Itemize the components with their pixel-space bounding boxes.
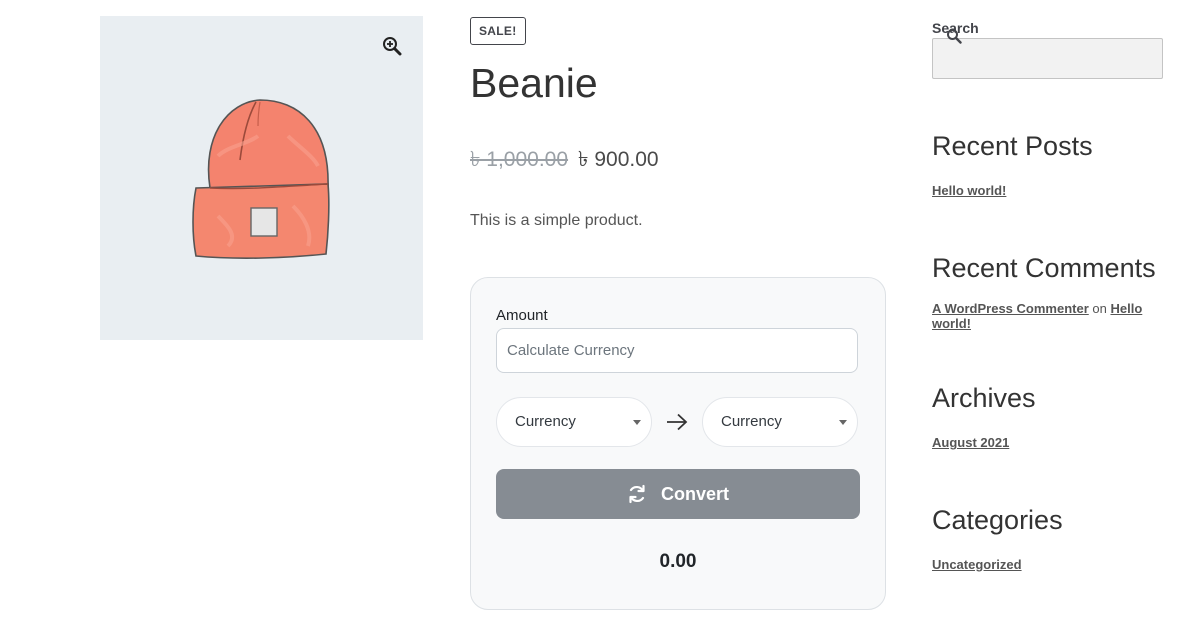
convert-button[interactable]: Convert (496, 469, 860, 519)
search-input[interactable] (932, 38, 1163, 79)
to-currency-select[interactable]: Currency (702, 397, 858, 447)
categories-title: Categories (932, 505, 1063, 535)
amount-label: Amount (496, 307, 548, 324)
amount-input[interactable] (496, 328, 858, 373)
comment-on-text: on (1092, 301, 1107, 316)
conversion-result: 0.00 (659, 551, 697, 572)
product-image[interactable] (100, 16, 423, 340)
zoom-in-icon[interactable] (382, 36, 402, 56)
from-currency-select[interactable]: Currency (496, 397, 652, 447)
short-description: This is a simple product. (470, 212, 643, 229)
sale-badge: SALE! (470, 17, 526, 45)
search-icon (947, 29, 962, 44)
recent-posts-title: Recent Posts (932, 131, 1093, 161)
archives-title: Archives (932, 383, 1036, 413)
regular-price: ৳ 1,000.00 (470, 148, 569, 171)
product-title: Beanie (470, 60, 598, 106)
caret-down-icon (839, 420, 847, 425)
sale-price: ৳ 900.00 (578, 148, 659, 171)
caret-down-icon (633, 420, 641, 425)
archive-link[interactable]: August 2021 (932, 435, 1009, 450)
from-currency-value: Currency (515, 413, 576, 430)
arrow-right-icon (667, 413, 688, 431)
convert-label: Convert (660, 483, 729, 504)
recent-post-link[interactable]: Hello world! (932, 183, 1006, 198)
sync-icon (629, 484, 645, 504)
price: ৳ 1,000.00 ৳ 900.00 (470, 146, 659, 174)
recent-comments-title: Recent Comments (932, 253, 1156, 283)
recent-comment-item: A WordPress Commenter on Hello world! (932, 301, 1152, 331)
beanie-hat-image (192, 99, 330, 259)
to-currency-value: Currency (721, 413, 782, 430)
comment-author-link[interactable]: A WordPress Commenter (932, 301, 1089, 316)
category-link[interactable]: Uncategorized (932, 557, 1022, 572)
currency-converter-card: Amount Currency Currency Convert 0.00 (470, 277, 886, 610)
